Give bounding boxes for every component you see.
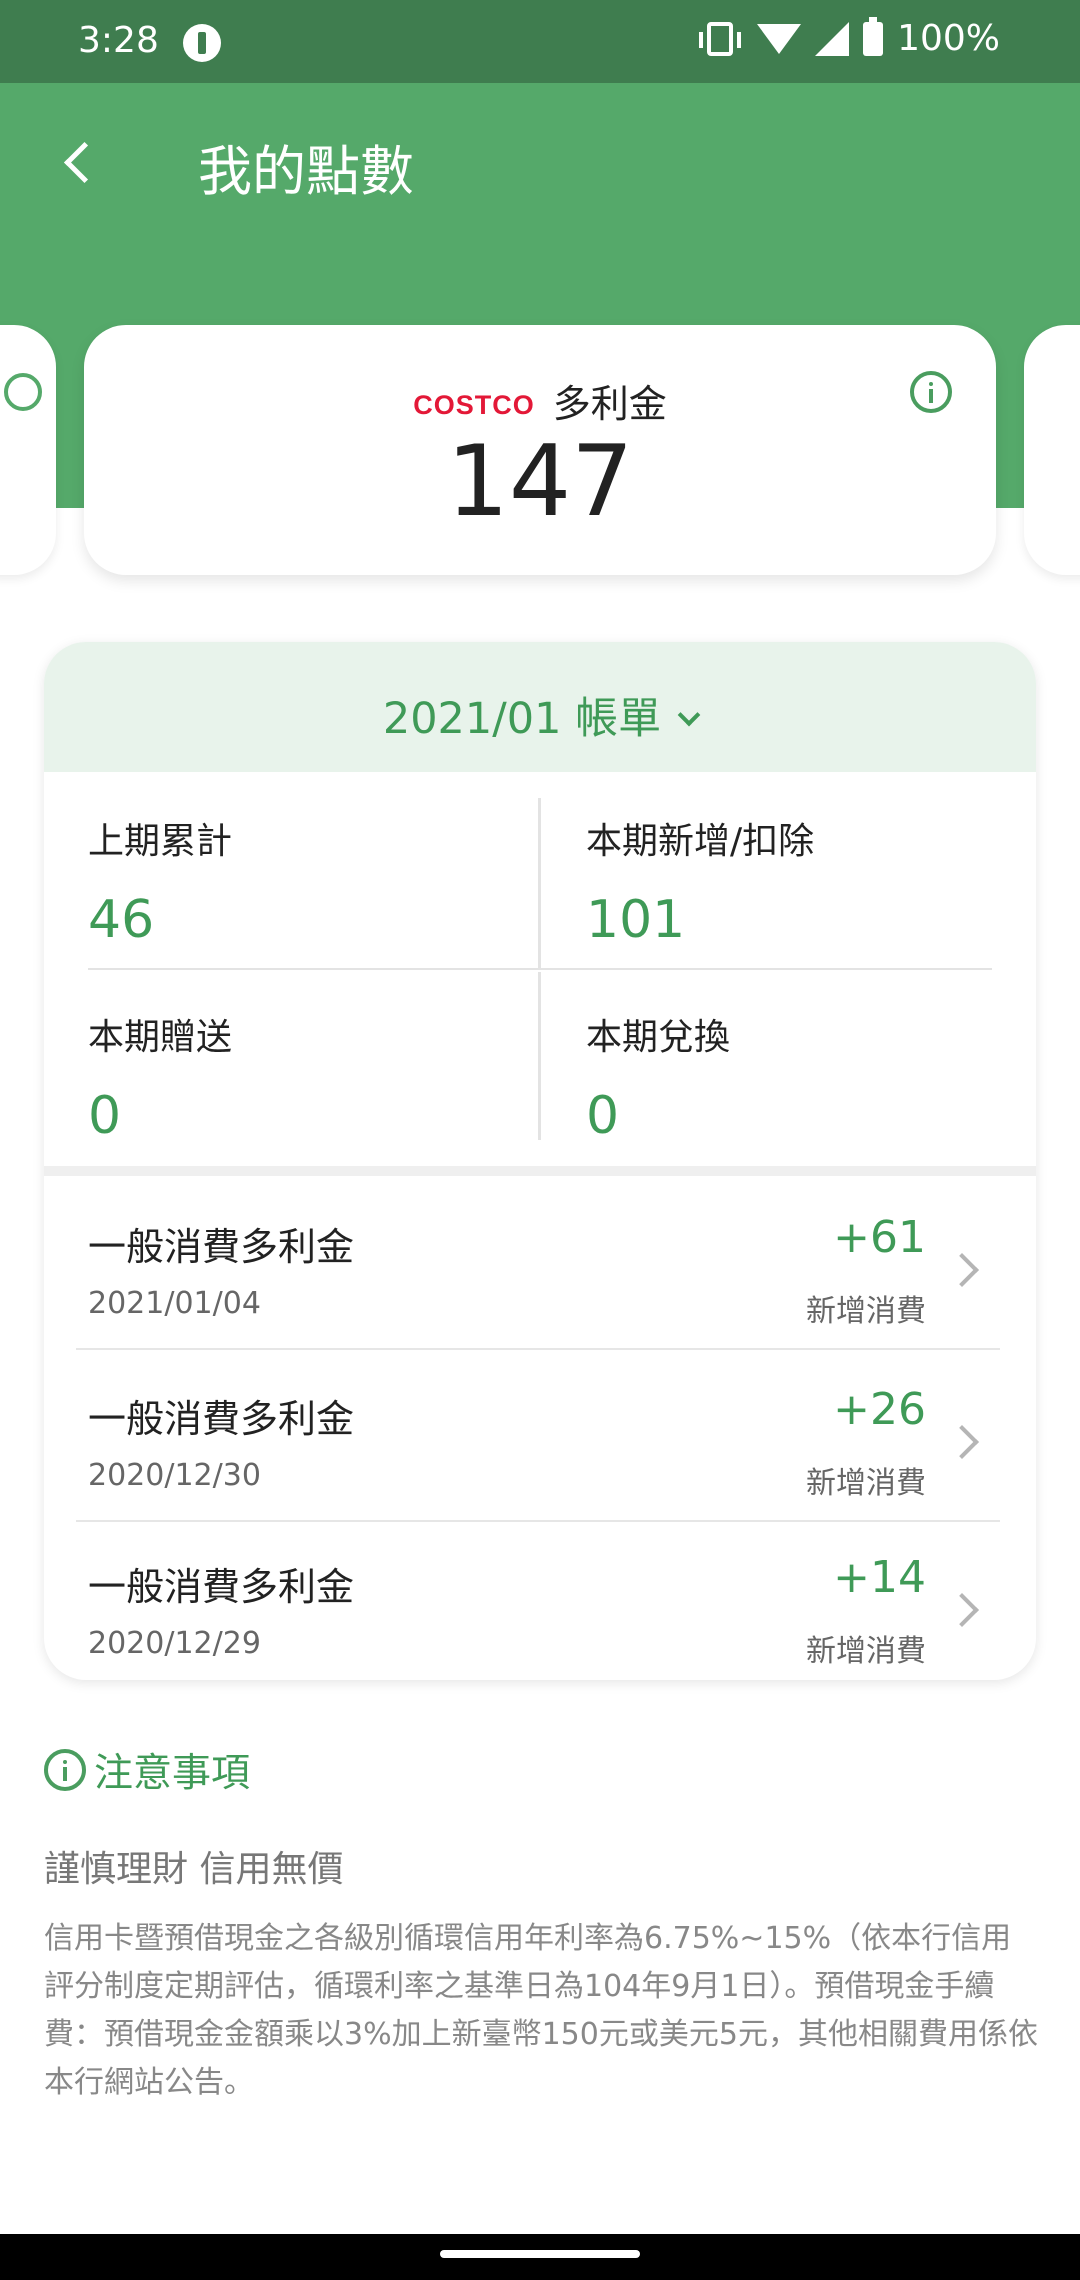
stat-redeemed: 本期兌換 0	[586, 1008, 1016, 1146]
stat-label: 上期累計	[88, 821, 233, 862]
points-card: COSTCO 多利金 147	[84, 325, 996, 575]
points-value: 147	[446, 425, 634, 539]
notes-title: 注意事項	[94, 1751, 251, 1796]
notes-header: 注意事項	[44, 1746, 250, 1796]
grid-divider	[88, 968, 992, 970]
stat-value: 46	[88, 890, 155, 950]
transaction-date: 2020/12/29	[88, 1626, 261, 1661]
statement-period-header: 2021/01 帳單	[44, 642, 1036, 772]
info-icon[interactable]	[910, 371, 952, 413]
notes-body: 信用卡暨預借現金之各級別循環信用年利率為6.75%~15%（依本行信用評分制度定…	[44, 1921, 1038, 2100]
transaction-type: 新增消費	[806, 1634, 926, 1669]
chevron-right-icon	[945, 1425, 979, 1459]
next-card[interactable]	[1024, 325, 1080, 575]
signal-icon	[815, 21, 850, 56]
stat-previous-total: 上期累計 46	[88, 812, 518, 950]
previous-card[interactable]	[0, 325, 56, 575]
period-label: 2021/01 帳單	[382, 694, 662, 744]
chevron-right-icon	[945, 1593, 979, 1627]
stat-label: 本期新增/扣除	[586, 821, 815, 862]
stat-current-change: 本期新增/扣除 101	[586, 812, 1016, 950]
stat-label: 本期贈送	[88, 1017, 233, 1058]
transaction-amount: +26	[833, 1384, 926, 1435]
status-bar: 3:28 100%	[0, 0, 1080, 83]
transaction-type: 新增消費	[806, 1466, 926, 1501]
transaction-date: 2020/12/30	[88, 1458, 261, 1493]
transaction-amount: +61	[833, 1212, 926, 1263]
transaction-type: 新增消費	[806, 1294, 926, 1329]
transaction-row[interactable]: 一般消費多利金 2021/01/04 +61 新增消費	[44, 1176, 1036, 1346]
transaction-title: 一般消費多利金	[88, 1397, 355, 1441]
transaction-title: 一般消費多利金	[88, 1565, 355, 1609]
points-label: 多利金	[552, 382, 667, 426]
battery-icon	[863, 16, 884, 56]
app-notification-icon	[183, 24, 221, 62]
section-divider	[44, 1166, 1036, 1176]
wifi-icon	[757, 23, 802, 54]
chevron-down-icon	[677, 703, 701, 727]
notes-subtitle: 謹慎理財 信用無價	[44, 1849, 344, 1890]
info-icon	[4, 373, 42, 411]
grid-divider	[538, 798, 541, 968]
statement-panel: 2021/01 帳單 上期累計 46 本期新增/扣除 101 本期贈送 0 本期…	[44, 642, 1036, 1680]
info-icon	[44, 1749, 86, 1791]
transaction-title: 一般消費多利金	[88, 1225, 355, 1269]
back-button[interactable]	[52, 128, 112, 198]
stat-label: 本期兌換	[586, 1017, 731, 1058]
stat-value: 0	[586, 1086, 620, 1146]
home-handle[interactable]	[440, 2250, 640, 2258]
grid-divider	[538, 972, 541, 1140]
transaction-date: 2021/01/04	[88, 1286, 261, 1321]
period-selector[interactable]: 2021/01 帳單	[382, 684, 701, 746]
navigation-bar	[0, 2234, 1080, 2280]
stat-value: 101	[586, 890, 686, 950]
battery-percent: 100%	[897, 18, 1000, 59]
transaction-amount: +14	[833, 1552, 926, 1603]
status-icons: 100%	[699, 16, 1000, 59]
stat-gifted: 本期贈送 0	[88, 1008, 518, 1146]
page-title: 我的點數	[198, 140, 414, 203]
transaction-row[interactable]: 一般消費多利金 2020/12/30 +26 新增消費	[44, 1348, 1036, 1518]
chevron-right-icon	[945, 1253, 979, 1287]
card-brand: COSTCO 多利金	[84, 373, 996, 428]
status-time: 3:28	[78, 20, 159, 61]
transaction-row[interactable]: 一般消費多利金 2020/12/29 +14 新增消費	[44, 1516, 1036, 1680]
stat-value: 0	[88, 1086, 122, 1146]
costco-logo: COSTCO	[413, 390, 535, 420]
vibrate-icon	[699, 21, 742, 56]
